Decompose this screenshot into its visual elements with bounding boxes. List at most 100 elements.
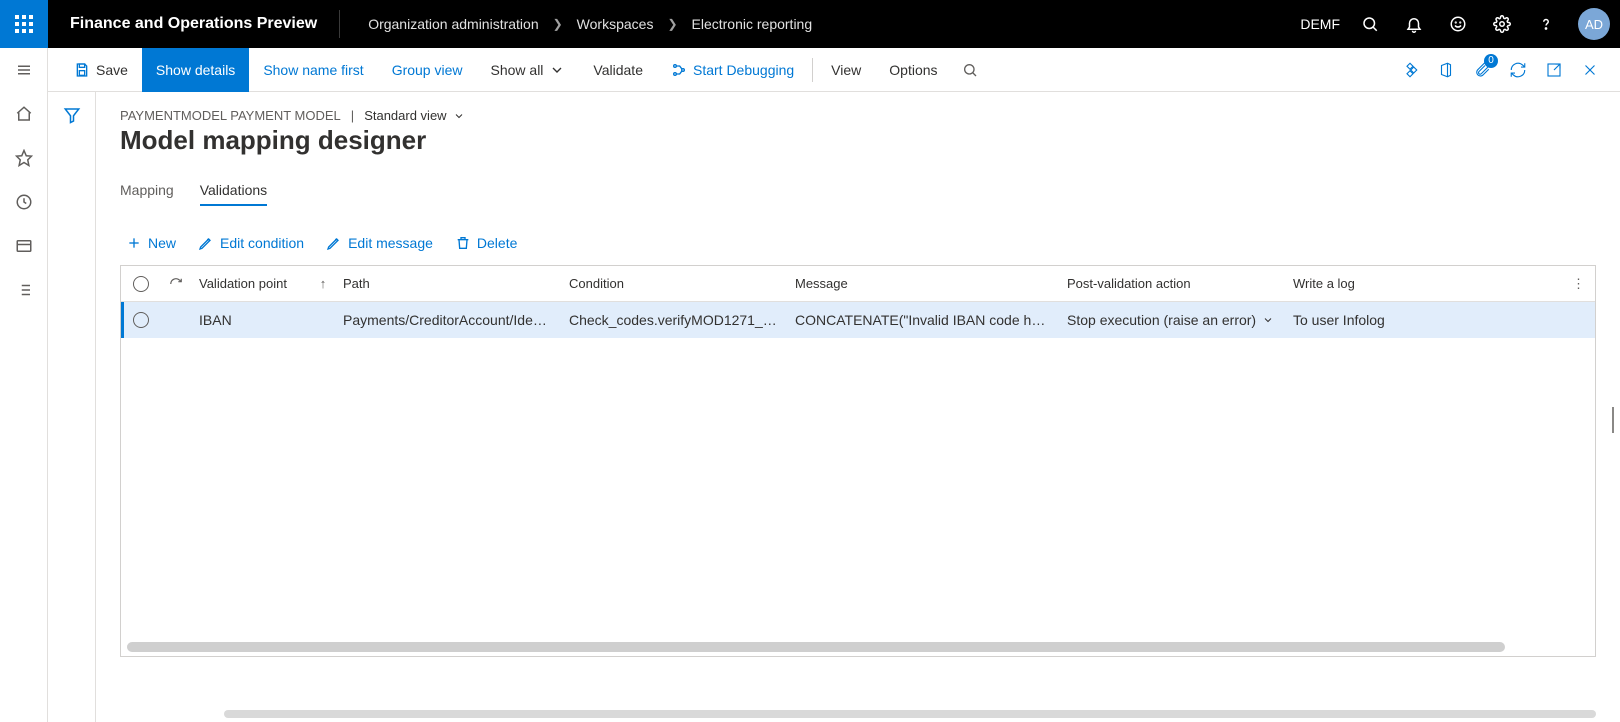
recent-icon[interactable] [12, 190, 36, 214]
help-icon[interactable] [1524, 0, 1568, 48]
start-debugging-button[interactable]: Start Debugging [657, 48, 808, 92]
sort-icon[interactable]: ↑ [311, 276, 335, 291]
validations-grid: Validation point ↑ Path Condition Messag… [120, 265, 1596, 657]
save-button[interactable]: Save [60, 48, 142, 92]
view-label: View [831, 62, 861, 78]
header-write-a-log[interactable]: Write a log [1285, 276, 1425, 291]
workspace-icon[interactable] [12, 234, 36, 258]
content: PAYMENTMODEL PAYMENT MODEL | Standard vi… [48, 92, 1620, 722]
chevron-right-icon: ❯ [667, 17, 677, 31]
table-row[interactable]: IBAN Payments/CreditorAccount/Iden… Chec… [121, 302, 1595, 338]
pane-resize-handle[interactable] [1612, 407, 1618, 433]
environment-label[interactable]: DEMF [1292, 16, 1348, 32]
diamond-icon[interactable] [1392, 48, 1428, 92]
star-icon[interactable] [12, 146, 36, 170]
topbar: Finance and Operations Preview Organizat… [0, 0, 1620, 48]
filter-icon[interactable] [63, 106, 81, 722]
validate-button[interactable]: Validate [579, 48, 657, 92]
breadcrumb-item[interactable]: Workspaces [577, 16, 654, 32]
model-crumb: PAYMENTMODEL PAYMENT MODEL [120, 108, 341, 123]
refresh-icon[interactable] [1500, 48, 1536, 92]
action-bar: Save Show details Show name first Group … [48, 48, 1620, 92]
header-path[interactable]: Path [335, 276, 561, 291]
page-horizontal-scrollbar[interactable] [224, 710, 1596, 718]
popout-icon[interactable] [1536, 48, 1572, 92]
view-menu[interactable]: View [817, 48, 875, 92]
view-name: Standard view [364, 108, 446, 123]
chevron-down-icon [1262, 314, 1274, 326]
breadcrumb-item[interactable]: Electronic reporting [692, 16, 813, 32]
attachment-icon[interactable]: 0 [1464, 48, 1500, 92]
delete-label: Delete [477, 235, 517, 251]
search-icon[interactable] [1348, 0, 1392, 48]
tab-validations[interactable]: Validations [200, 176, 267, 206]
separator [812, 58, 813, 82]
save-label: Save [96, 62, 128, 78]
modules-icon[interactable] [12, 278, 36, 302]
app-title: Finance and Operations Preview [48, 15, 339, 33]
delete-button[interactable]: Delete [455, 235, 517, 251]
show-details-label: Show details [156, 62, 235, 78]
row-validation-point: IBAN [191, 312, 311, 328]
row-condition: Check_codes.verifyMOD1271_3… [561, 312, 787, 328]
row-select[interactable] [121, 312, 161, 328]
grid-refresh-icon[interactable] [161, 277, 191, 291]
edit-condition-label: Edit condition [220, 235, 304, 251]
start-debugging-label: Start Debugging [693, 62, 794, 78]
row-path: Payments/CreditorAccount/Iden… [335, 312, 561, 328]
avatar[interactable]: AD [1578, 8, 1610, 40]
pipe: | [351, 108, 354, 123]
header-condition[interactable]: Condition [561, 276, 787, 291]
options-menu[interactable]: Options [875, 48, 951, 92]
show-all-label: Show all [491, 62, 544, 78]
hamburger-icon[interactable] [12, 58, 36, 82]
home-icon[interactable] [12, 102, 36, 126]
header-validation-point[interactable]: Validation point [191, 276, 311, 291]
left-rail [0, 48, 48, 722]
page-title: Model mapping designer [120, 125, 1596, 156]
group-view-label: Group view [392, 62, 463, 78]
show-name-first-button[interactable]: Show name first [249, 48, 377, 92]
show-name-first-label: Show name first [263, 62, 363, 78]
grid-toolbar: New Edit condition Edit message Delete [120, 235, 1596, 251]
header-post-validation-action[interactable]: Post-validation action [1059, 276, 1285, 291]
tabs: Mapping Validations [120, 176, 1596, 207]
smiley-icon[interactable] [1436, 0, 1480, 48]
group-view-button[interactable]: Group view [378, 48, 477, 92]
row-post-validation-action[interactable]: Stop execution (raise an error) [1059, 312, 1285, 328]
app-launcher-button[interactable] [0, 0, 48, 48]
bell-icon[interactable] [1392, 0, 1436, 48]
breadcrumb-item[interactable]: Organization administration [368, 16, 538, 32]
header-message[interactable]: Message [787, 276, 1059, 291]
row-pva-value: Stop execution (raise an error) [1067, 312, 1256, 328]
office-icon[interactable] [1428, 48, 1464, 92]
gear-icon[interactable] [1480, 0, 1524, 48]
filter-column [48, 92, 96, 722]
waffle-icon [15, 15, 33, 33]
tab-mapping[interactable]: Mapping [120, 176, 174, 206]
grid-header: Validation point ↑ Path Condition Messag… [121, 266, 1595, 302]
select-all-checkbox[interactable] [121, 276, 161, 292]
edit-condition-button[interactable]: Edit condition [198, 235, 304, 251]
show-all-dropdown[interactable]: Show all [477, 48, 580, 92]
validate-label: Validate [593, 62, 643, 78]
new-label: New [148, 235, 176, 251]
grid-horizontal-scrollbar[interactable] [127, 642, 1505, 652]
close-icon[interactable] [1572, 48, 1608, 92]
edit-message-label: Edit message [348, 235, 433, 251]
view-selector[interactable]: Standard view [364, 108, 464, 123]
options-label: Options [889, 62, 937, 78]
grid-more-icon[interactable]: ⋮ [1425, 276, 1595, 292]
attachment-badge: 0 [1484, 54, 1498, 68]
edit-message-button[interactable]: Edit message [326, 235, 433, 251]
topbar-right: DEMF AD [1292, 0, 1620, 48]
new-button[interactable]: New [126, 235, 176, 251]
main-panel: PAYMENTMODEL PAYMENT MODEL | Standard vi… [96, 92, 1620, 722]
page-crumbline: PAYMENTMODEL PAYMENT MODEL | Standard vi… [120, 108, 1596, 123]
chevron-right-icon: ❯ [553, 17, 563, 31]
show-details-button[interactable]: Show details [142, 48, 249, 92]
row-write-a-log: To user Infolog [1285, 312, 1425, 328]
row-message: CONCATENATE("Invalid IBAN code ha… [787, 312, 1059, 328]
search-action-icon[interactable] [952, 48, 988, 92]
breadcrumb: Organization administration ❯ Workspaces… [340, 16, 812, 32]
